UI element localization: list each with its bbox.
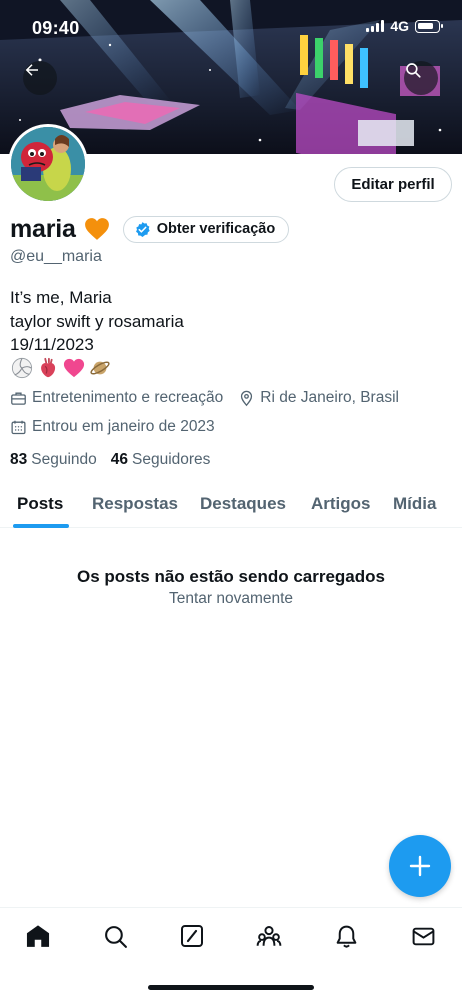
profile-bio: It’s me, Maria taylor swift y rosamaria … bbox=[10, 286, 184, 357]
joined-item: Entrou em janeiro de 2023 bbox=[10, 418, 215, 436]
profile-name-row: maria Obter verificação bbox=[10, 212, 290, 246]
search-icon bbox=[104, 925, 127, 948]
profile-location: Ri de Janeiro, Brasil bbox=[238, 389, 399, 407]
plus-icon bbox=[409, 855, 431, 877]
profile-category: Entretenimento e recreação bbox=[10, 389, 223, 407]
bio-line: 19/11/2023 bbox=[10, 335, 94, 354]
profile-name: maria bbox=[10, 214, 76, 243]
tab-highlights[interactable]: Destaques bbox=[200, 494, 286, 514]
verified-badge-icon bbox=[135, 221, 150, 237]
ringed-planet-icon bbox=[90, 361, 110, 375]
joined-label: Entrou em janeiro de 2023 bbox=[32, 418, 215, 435]
calendar-icon bbox=[11, 420, 26, 434]
following-label: Seguindo bbox=[31, 451, 97, 468]
followers-label: Seguidores bbox=[132, 451, 211, 468]
back-button[interactable] bbox=[23, 61, 57, 95]
nav-search[interactable] bbox=[101, 922, 129, 950]
pink-heart-icon bbox=[63, 358, 85, 378]
avatar-image bbox=[11, 127, 85, 201]
followers-count: 46 bbox=[110, 451, 129, 468]
avatar[interactable] bbox=[8, 124, 88, 204]
tab-media[interactable]: Mídia bbox=[393, 494, 436, 514]
profile-tabs: Posts Respostas Destaques Artigos Mídia bbox=[0, 478, 462, 528]
status-indicators: 4G bbox=[366, 18, 443, 34]
get-verified-label: Obter verificação bbox=[156, 221, 276, 237]
bio-line: taylor swift y rosamaria bbox=[10, 311, 184, 331]
status-bar: 09:40 4G bbox=[0, 0, 462, 52]
search-icon bbox=[406, 63, 421, 78]
tab-articles[interactable]: Artigos bbox=[311, 494, 371, 514]
retry-link[interactable]: Tentar novamente bbox=[0, 590, 462, 608]
compose-post-button[interactable] bbox=[389, 835, 451, 897]
search-button[interactable] bbox=[404, 61, 438, 95]
get-verified-button[interactable]: Obter verificação bbox=[122, 215, 290, 243]
following-count: 83 bbox=[10, 451, 28, 468]
follow-stats: 83 Seguindo 46 Seguidores bbox=[10, 451, 210, 469]
bottom-nav bbox=[0, 907, 462, 963]
messages-icon bbox=[412, 927, 434, 945]
location-pin-icon bbox=[241, 390, 253, 406]
nav-notifications[interactable] bbox=[332, 922, 360, 950]
nav-home[interactable] bbox=[24, 922, 52, 950]
orange-heart-icon bbox=[84, 218, 109, 240]
followers-link[interactable]: 46 Seguidores bbox=[111, 451, 211, 469]
status-time: 09:40 bbox=[32, 18, 80, 38]
bio-line: It’s me, Maria bbox=[10, 288, 112, 307]
empty-state-title: Os posts não estão sendo carregados bbox=[77, 567, 385, 586]
nav-grok[interactable] bbox=[178, 922, 206, 950]
briefcase-icon bbox=[11, 392, 26, 405]
home-indicator bbox=[148, 985, 314, 990]
home-icon bbox=[26, 925, 50, 947]
network-type: 4G bbox=[390, 18, 409, 34]
location-label: Ri de Janeiro, Brasil bbox=[260, 389, 399, 406]
edit-profile-button[interactable]: Editar perfil bbox=[334, 167, 452, 202]
nav-communities[interactable] bbox=[255, 922, 283, 950]
tab-replies[interactable]: Respostas bbox=[92, 494, 178, 514]
tab-posts[interactable]: Posts bbox=[17, 494, 63, 514]
profile-handle: @eu__maria bbox=[10, 248, 102, 265]
battery-icon bbox=[415, 19, 443, 33]
bio-emojis bbox=[11, 357, 111, 379]
following-link[interactable]: 83 Seguindo bbox=[10, 451, 97, 469]
nav-messages[interactable] bbox=[409, 922, 437, 950]
profile-meta: Entretenimento e recreação Ri de Janeiro… bbox=[10, 389, 399, 407]
notifications-icon bbox=[336, 925, 356, 948]
volleyball-icon bbox=[11, 357, 33, 379]
anatomical-heart-icon bbox=[41, 357, 56, 378]
category-label: Entretenimento e recreação bbox=[32, 389, 224, 406]
grok-icon bbox=[181, 925, 203, 947]
communities-icon bbox=[256, 926, 282, 946]
cellular-signal-icon bbox=[366, 20, 385, 32]
arrow-left-icon bbox=[25, 64, 38, 76]
active-tab-indicator bbox=[13, 524, 69, 528]
profile-joined: Entrou em janeiro de 2023 bbox=[10, 418, 215, 436]
